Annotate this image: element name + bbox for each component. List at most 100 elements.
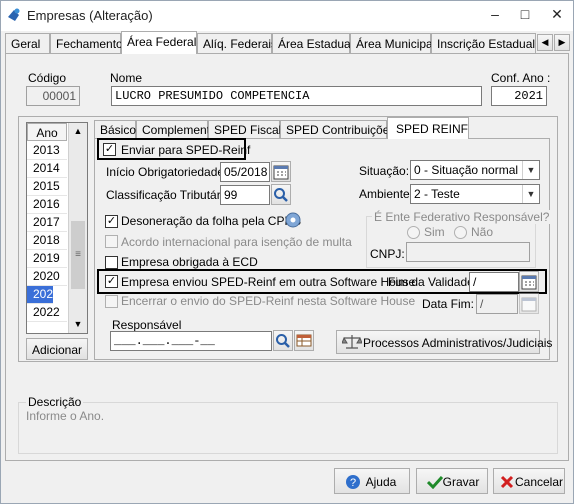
minimize-button[interactable]: – (481, 3, 509, 27)
classificacao-field[interactable]: 99 (220, 185, 270, 205)
year-list[interactable]: Ano 2013 2014 2015 2016 2017 2018 2019 2… (26, 122, 88, 334)
tab-label: Área Federal (127, 35, 197, 49)
cancelar-label: Cancelar (514, 475, 564, 489)
inicio-field[interactable]: 05/2018 (220, 162, 270, 182)
subtab-label: Básico (100, 123, 137, 137)
scroll-up-icon[interactable]: ▲ (69, 123, 87, 139)
tab-area-estadual[interactable]: Área Estadual (272, 33, 353, 53)
scroll-thumb[interactable]: ≡ (71, 221, 85, 289)
encerrar-label: Encerrar o envio do SPED-Reinf nesta Sof… (121, 294, 416, 308)
year-item[interactable]: 2014 (27, 160, 67, 178)
codigo-label: Código (28, 71, 67, 85)
calendar-icon (521, 275, 537, 290)
close-button[interactable]: ✕ (543, 3, 571, 27)
codigo-field: 00001 (26, 86, 80, 106)
year-item[interactable]: 2015 (27, 178, 67, 196)
subtab-sped-fiscal[interactable]: SPED Fiscal (208, 120, 282, 138)
subtab-basico[interactable]: Básico (94, 120, 136, 138)
cancelar-button[interactable]: Cancelar (493, 468, 565, 494)
chevron-down-icon: ▼ (522, 161, 539, 179)
year-item[interactable]: 2018 (27, 232, 67, 250)
scale-icon (342, 335, 362, 349)
fim-validade-field[interactable]: / (469, 272, 519, 292)
tab-scroll-left-button[interactable]: ◀ (537, 34, 553, 51)
ambiente-select[interactable]: 2 - Teste ▼ (410, 184, 540, 204)
subtab-sped-contribuicoes[interactable]: SPED Contribuições (280, 120, 395, 138)
conf-ano-label: Conf. Ano : (491, 71, 551, 85)
nao-radio[interactable] (454, 226, 467, 239)
table-icon (296, 334, 312, 347)
tab-label: Área Municipal (356, 37, 436, 51)
tab-area-federal[interactable]: Área Federal (121, 31, 197, 54)
nome-label: Nome (110, 71, 143, 85)
gravar-button[interactable]: Gravar (416, 468, 488, 494)
fim-validade-calendar-button[interactable] (519, 271, 539, 292)
year-item[interactable]: 2016 (27, 196, 67, 214)
tab-fechamento[interactable]: Fechamento (50, 33, 123, 53)
responsavel-search-button[interactable] (273, 330, 293, 351)
enviou-label: Empresa enviou SPED-Reinf em outra Softw… (121, 275, 416, 289)
year-item[interactable]: 2022 (27, 304, 67, 322)
gear-icon[interactable] (284, 211, 302, 229)
gravar-label: Gravar (442, 475, 480, 489)
situacao-label: Situação: (359, 164, 410, 178)
search-icon (274, 188, 288, 202)
responsavel-field[interactable]: ___.___.___-__ (110, 331, 272, 351)
cancel-icon (500, 475, 514, 489)
checkmark-icon (427, 475, 443, 489)
year-item[interactable]: 2019 (27, 250, 67, 268)
data-fim-label: Data Fim: (422, 297, 475, 311)
calendar-button[interactable] (271, 161, 291, 182)
year-item[interactable]: 2020 (27, 268, 67, 286)
descricao-label: Descrição (26, 395, 84, 409)
inicio-label: Início Obrigatoriedade: (106, 165, 228, 179)
subtab-sped-reinf[interactable]: SPED REINF (387, 117, 469, 139)
window: Empresas (Alteração) – □ ✕ Geral Fechame… (0, 0, 574, 504)
adicionar-label: Adicionar (31, 343, 83, 357)
year-scrollbar[interactable]: ▲ ≡ ▼ (68, 123, 87, 333)
acordo-checkbox[interactable] (105, 235, 118, 248)
data-fim-field: / (476, 294, 518, 314)
ambiente-value: 2 - Teste (414, 187, 460, 201)
search-icon (276, 334, 290, 348)
tab-scroll-right-button[interactable]: ▶ (554, 34, 570, 51)
ajuda-button[interactable]: ? Ajuda (334, 468, 410, 494)
year-item-selected[interactable]: 2021 (27, 286, 60, 304)
classificacao-label: Classificação Tributária: (106, 188, 234, 202)
nome-field[interactable]: LUCRO PRESUMIDO COMPETENCIA (111, 86, 482, 106)
tab-area-municipal[interactable]: Área Municipal (350, 33, 435, 53)
descricao-text: Informe o Ano. (26, 409, 105, 423)
subtab-label: SPED REINF (396, 122, 469, 136)
title-bar: Empresas (Alteração) – □ ✕ (1, 1, 573, 31)
svg-text:?: ? (350, 477, 356, 489)
scroll-down-icon[interactable]: ▼ (69, 316, 87, 332)
data-fim-calendar-button[interactable] (519, 293, 539, 314)
tab-inscricao-estadual[interactable]: Inscrição Estadual S (431, 33, 536, 53)
sim-radio[interactable] (407, 226, 420, 239)
enviou-checkbox[interactable]: ✓ (105, 275, 118, 288)
situacao-select[interactable]: 0 - Situação normal ▼ (410, 160, 540, 180)
enviar-label: Enviar para SPED-Reinf (121, 143, 251, 157)
desoneracao-checkbox[interactable]: ✓ (105, 215, 118, 228)
ecd-checkbox[interactable] (105, 256, 118, 269)
subtab-complemento[interactable]: Complemento (136, 120, 217, 138)
year-list-header[interactable]: Ano (27, 123, 67, 141)
ecd-label: Empresa obrigada à ECD (121, 255, 258, 269)
tab-aliq-federais[interactable]: Alíq. Federais (197, 33, 277, 53)
encerrar-checkbox[interactable] (105, 295, 118, 308)
enviar-checkbox[interactable]: ✓ (103, 143, 116, 156)
area-federal-panel: Código 00001 Nome LUCRO PRESUMIDO COMPET… (5, 53, 569, 461)
cnpj-label: CNPJ: (370, 247, 405, 261)
subtab-label: SPED Fiscal (214, 123, 282, 137)
situacao-value: 0 - Situação normal (414, 163, 519, 177)
search-button[interactable] (271, 184, 291, 205)
year-item[interactable]: 2013 (27, 142, 67, 160)
app-icon (8, 8, 20, 21)
conf-ano-field[interactable]: 2021 (491, 86, 547, 106)
responsavel-list-button[interactable] (294, 330, 314, 351)
year-item[interactable]: 2017 (27, 214, 67, 232)
tab-geral[interactable]: Geral (5, 33, 50, 53)
maximize-button[interactable]: □ (511, 3, 539, 27)
processos-button[interactable]: Processos Administrativos/Judiciais (336, 330, 552, 354)
adicionar-button[interactable]: Adicionar (26, 338, 88, 360)
